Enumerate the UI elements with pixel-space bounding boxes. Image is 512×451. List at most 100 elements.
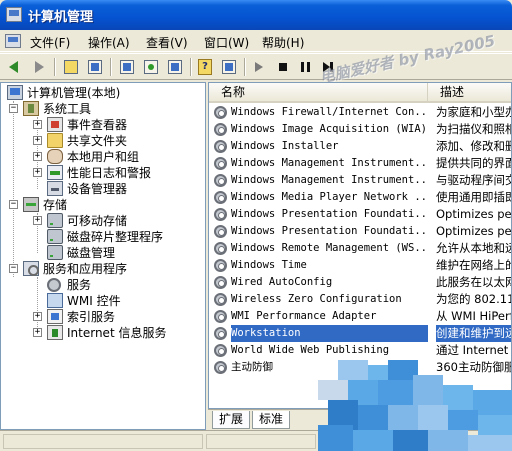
tree-item-device-manager[interactable]: 设备管理器: [33, 181, 205, 197]
expand-icon[interactable]: +: [33, 136, 42, 145]
export-list-icon[interactable]: [166, 58, 184, 76]
mosaic-overlay: [318, 360, 512, 451]
collapse-icon[interactable]: −: [9, 264, 18, 273]
menu-window[interactable]: 窗口(W): [204, 34, 249, 51]
refresh-icon[interactable]: [142, 58, 160, 76]
tree-item-iis[interactable]: + Internet 信息服务: [33, 325, 205, 341]
forward-icon[interactable]: [30, 58, 48, 76]
mosaic-block: [473, 390, 512, 415]
tab-extended[interactable]: 扩展: [212, 411, 251, 429]
mosaic-block: [318, 380, 348, 400]
collapse-icon[interactable]: −: [9, 104, 18, 113]
tree-item-event-viewer[interactable]: + 事件查看器: [33, 117, 205, 133]
service-gear-icon: [214, 225, 227, 238]
tree-item-services[interactable]: 服务: [33, 277, 205, 293]
table-row[interactable]: Wired AutoConfig 此服务在以太网接: [209, 274, 511, 291]
service-description: 通过 Internet 信: [436, 343, 511, 357]
system-menu-icon[interactable]: [5, 34, 21, 48]
menu-help[interactable]: 帮助(H): [262, 34, 304, 51]
event-viewer-icon: [47, 117, 63, 132]
expand-icon[interactable]: +: [33, 216, 42, 225]
service-name: Windows Installer: [231, 140, 339, 152]
table-row[interactable]: Windows Time 维护在网络上的所: [209, 257, 511, 274]
mosaic-block: [393, 430, 428, 451]
menu-view[interactable]: 查看(V): [146, 34, 188, 51]
table-row[interactable]: Windows Management Instrument... 与驱动程序间交换: [209, 172, 511, 189]
expand-icon[interactable]: +: [33, 152, 42, 161]
help-topics-icon[interactable]: [220, 58, 238, 76]
menu-action[interactable]: 操作(A): [88, 34, 130, 51]
service-gear-icon: [214, 344, 227, 357]
computer-icon: [7, 85, 23, 100]
back-icon[interactable]: [6, 58, 24, 76]
service-name: Windows Presentation Foundati...: [231, 208, 428, 220]
table-row[interactable]: Windows Presentation Foundati... Optimize…: [209, 206, 512, 223]
show-hide-tree-icon[interactable]: [86, 58, 104, 76]
table-row[interactable]: Windows Installer 添加、修改和删除: [209, 138, 511, 155]
users-icon: [47, 149, 63, 164]
service-name: World Wide Web Publishing: [231, 344, 390, 356]
collapse-icon[interactable]: −: [9, 200, 18, 209]
expand-icon[interactable]: +: [33, 312, 42, 321]
expand-icon[interactable]: +: [33, 168, 42, 177]
table-row[interactable]: Windows Management Instrument... 提供共同的界面和: [209, 155, 511, 172]
toolbar-separator: [54, 58, 56, 76]
help-icon[interactable]: ?: [196, 58, 214, 76]
table-row[interactable]: Workstation 创建和维护到远程: [209, 325, 511, 342]
tab-standard[interactable]: 标准: [252, 411, 291, 429]
tree-item-wmi[interactable]: WMI 控件: [33, 293, 205, 309]
pause-service-icon[interactable]: [296, 58, 314, 76]
service-name: Windows Management Instrument...: [231, 174, 428, 186]
table-row[interactable]: Windows Presentation Foundati... Optimize…: [209, 223, 511, 240]
mosaic-block: [468, 435, 512, 451]
tree-item-removable-storage[interactable]: + 可移动存储: [33, 213, 205, 229]
toolbar-separator: [110, 58, 112, 76]
tree-item-shared-folders[interactable]: + 共享文件夹: [33, 133, 205, 149]
table-row[interactable]: Windows Image Acquisition (WIA) 为扫描仪和照相机: [209, 121, 511, 138]
menu-file[interactable]: 文件(F): [30, 34, 70, 51]
table-row[interactable]: WMI Performance Adapter 从 WMI HiPerf 提: [209, 308, 511, 325]
tree-item-disk-management[interactable]: 磁盘管理: [33, 245, 205, 261]
tree-item-storage[interactable]: − 存储: [9, 197, 205, 213]
service-name: Windows Management Instrument...: [231, 157, 428, 169]
column-header-name[interactable]: 名称: [209, 83, 428, 103]
service-gear-icon: [214, 174, 227, 187]
table-row[interactable]: Windows Firewall/Internet Con... 为家庭和小型办公: [209, 104, 511, 121]
title-bar[interactable]: 计算机管理: [0, 0, 512, 30]
column-header-description[interactable]: 描述: [428, 83, 511, 103]
tree-item-defrag[interactable]: 磁盘碎片整理程序: [33, 229, 205, 245]
service-name: Wireless Zero Configuration: [231, 293, 402, 305]
tree-root[interactable]: 计算机管理(本地): [5, 85, 205, 101]
table-row[interactable]: Windows Remote Management (WS... 允许从本地和远程: [209, 240, 511, 257]
service-description: Optimizes perf: [436, 207, 512, 221]
mosaic-block: [358, 405, 388, 430]
tree-item-system-tools[interactable]: − 系统工具: [9, 101, 205, 117]
tree-item-perf-logs[interactable]: + 性能日志和警报: [33, 165, 205, 181]
mosaic-block: [413, 375, 443, 405]
console-tree[interactable]: 计算机管理(本地) − 系统工具 + 事件查看器 + 共享文件夹 + 本地用户和…: [0, 82, 206, 430]
service-description: 此服务在以太网接: [436, 275, 511, 289]
service-name: Windows Remote Management (WS...: [231, 242, 428, 254]
service-description: 为您的 802.11 适: [436, 292, 512, 306]
tree-item-local-users[interactable]: + 本地用户和组: [33, 149, 205, 165]
expand-icon[interactable]: +: [33, 328, 42, 337]
disk-management-icon: [47, 245, 63, 260]
expand-icon[interactable]: +: [33, 120, 42, 129]
toolbar-separator: [190, 58, 192, 76]
properties-icon[interactable]: [118, 58, 136, 76]
stop-service-icon[interactable]: [274, 58, 292, 76]
iis-icon: [47, 325, 63, 340]
start-service-icon[interactable]: [250, 58, 268, 76]
table-row[interactable]: Windows Media Player Network ... 使用通用即插即用: [209, 189, 511, 206]
table-row[interactable]: World Wide Web Publishing 通过 Internet 信: [209, 342, 511, 359]
service-gear-icon: [214, 191, 227, 204]
service-gear-icon: [214, 361, 227, 374]
service-gear-icon: [214, 310, 227, 323]
table-row[interactable]: Wireless Zero Configuration 为您的 802.11 适: [209, 291, 512, 308]
tree-item-services-apps[interactable]: − 服务和应用程序: [9, 261, 205, 277]
service-gear-icon: [214, 259, 227, 272]
tree-item-indexing[interactable]: + 索引服务: [33, 309, 205, 325]
up-folder-icon[interactable]: [62, 58, 80, 76]
mosaic-block: [428, 430, 468, 451]
tree-guide-line: [13, 101, 14, 277]
